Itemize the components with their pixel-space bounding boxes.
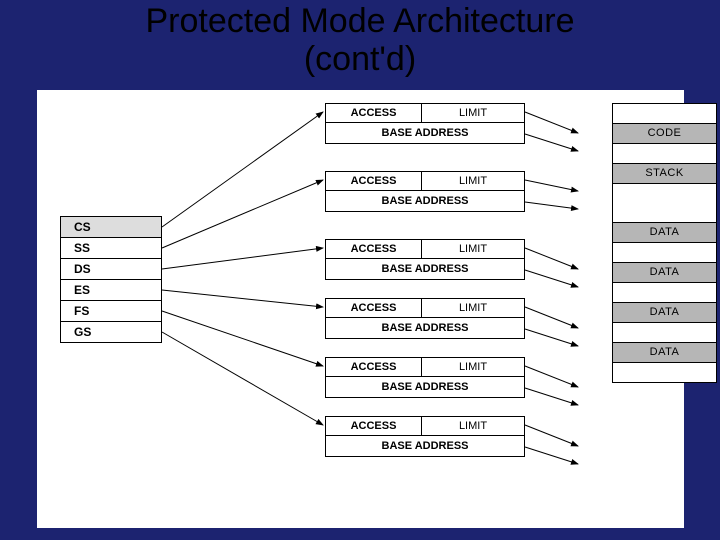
descriptor-0: ACCESS LIMIT BASE ADDRESS	[325, 103, 525, 144]
desc-limit: LIMIT	[422, 172, 524, 190]
slide-title: Protected Mode Architecture (cont'd)	[0, 2, 720, 78]
desc-limit: LIMIT	[422, 104, 524, 122]
slide: Protected Mode Architecture (cont'd) CS …	[0, 0, 720, 540]
segreg-cs: CS	[61, 217, 161, 237]
desc-access: ACCESS	[326, 299, 422, 317]
desc-access: ACCESS	[326, 104, 422, 122]
descriptor-4: ACCESS LIMIT BASE ADDRESS	[325, 357, 525, 398]
desc-base: BASE ADDRESS	[326, 317, 524, 338]
mem-gap	[613, 184, 716, 223]
mem-gap	[613, 363, 716, 382]
descriptor-1: ACCESS LIMIT BASE ADDRESS	[325, 171, 525, 212]
desc-base: BASE ADDRESS	[326, 122, 524, 143]
mem-code: CODE	[613, 124, 716, 144]
mem-data: DATA	[613, 223, 716, 243]
segreg-fs: FS	[61, 300, 161, 321]
mem-data: DATA	[613, 263, 716, 283]
mem-gap	[613, 104, 716, 124]
memory-column: CODE STACK DATA DATA DATA DATA	[612, 103, 717, 383]
segreg-gs: GS	[61, 321, 161, 342]
desc-base: BASE ADDRESS	[326, 435, 524, 456]
desc-access: ACCESS	[326, 172, 422, 190]
mem-gap	[613, 144, 716, 164]
desc-base: BASE ADDRESS	[326, 258, 524, 279]
title-line-1: Protected Mode Architecture	[145, 2, 574, 40]
desc-limit: LIMIT	[422, 240, 524, 258]
mem-data: DATA	[613, 303, 716, 323]
mem-gap	[613, 283, 716, 303]
desc-limit: LIMIT	[422, 299, 524, 317]
segreg-ds: DS	[61, 258, 161, 279]
desc-access: ACCESS	[326, 417, 422, 435]
desc-limit: LIMIT	[422, 417, 524, 435]
segment-register-table: CS SS DS ES FS GS	[60, 216, 162, 343]
mem-gap	[613, 323, 716, 343]
descriptor-2: ACCESS LIMIT BASE ADDRESS	[325, 239, 525, 280]
descriptor-5: ACCESS LIMIT BASE ADDRESS	[325, 416, 525, 457]
desc-base: BASE ADDRESS	[326, 376, 524, 397]
descriptor-3: ACCESS LIMIT BASE ADDRESS	[325, 298, 525, 339]
desc-base: BASE ADDRESS	[326, 190, 524, 211]
segreg-es: ES	[61, 279, 161, 300]
mem-stack: STACK	[613, 164, 716, 184]
desc-limit: LIMIT	[422, 358, 524, 376]
title-line-2: (cont'd)	[304, 40, 416, 78]
desc-access: ACCESS	[326, 358, 422, 376]
desc-access: ACCESS	[326, 240, 422, 258]
mem-data: DATA	[613, 343, 716, 363]
mem-gap	[613, 243, 716, 263]
segreg-ss: SS	[61, 237, 161, 258]
